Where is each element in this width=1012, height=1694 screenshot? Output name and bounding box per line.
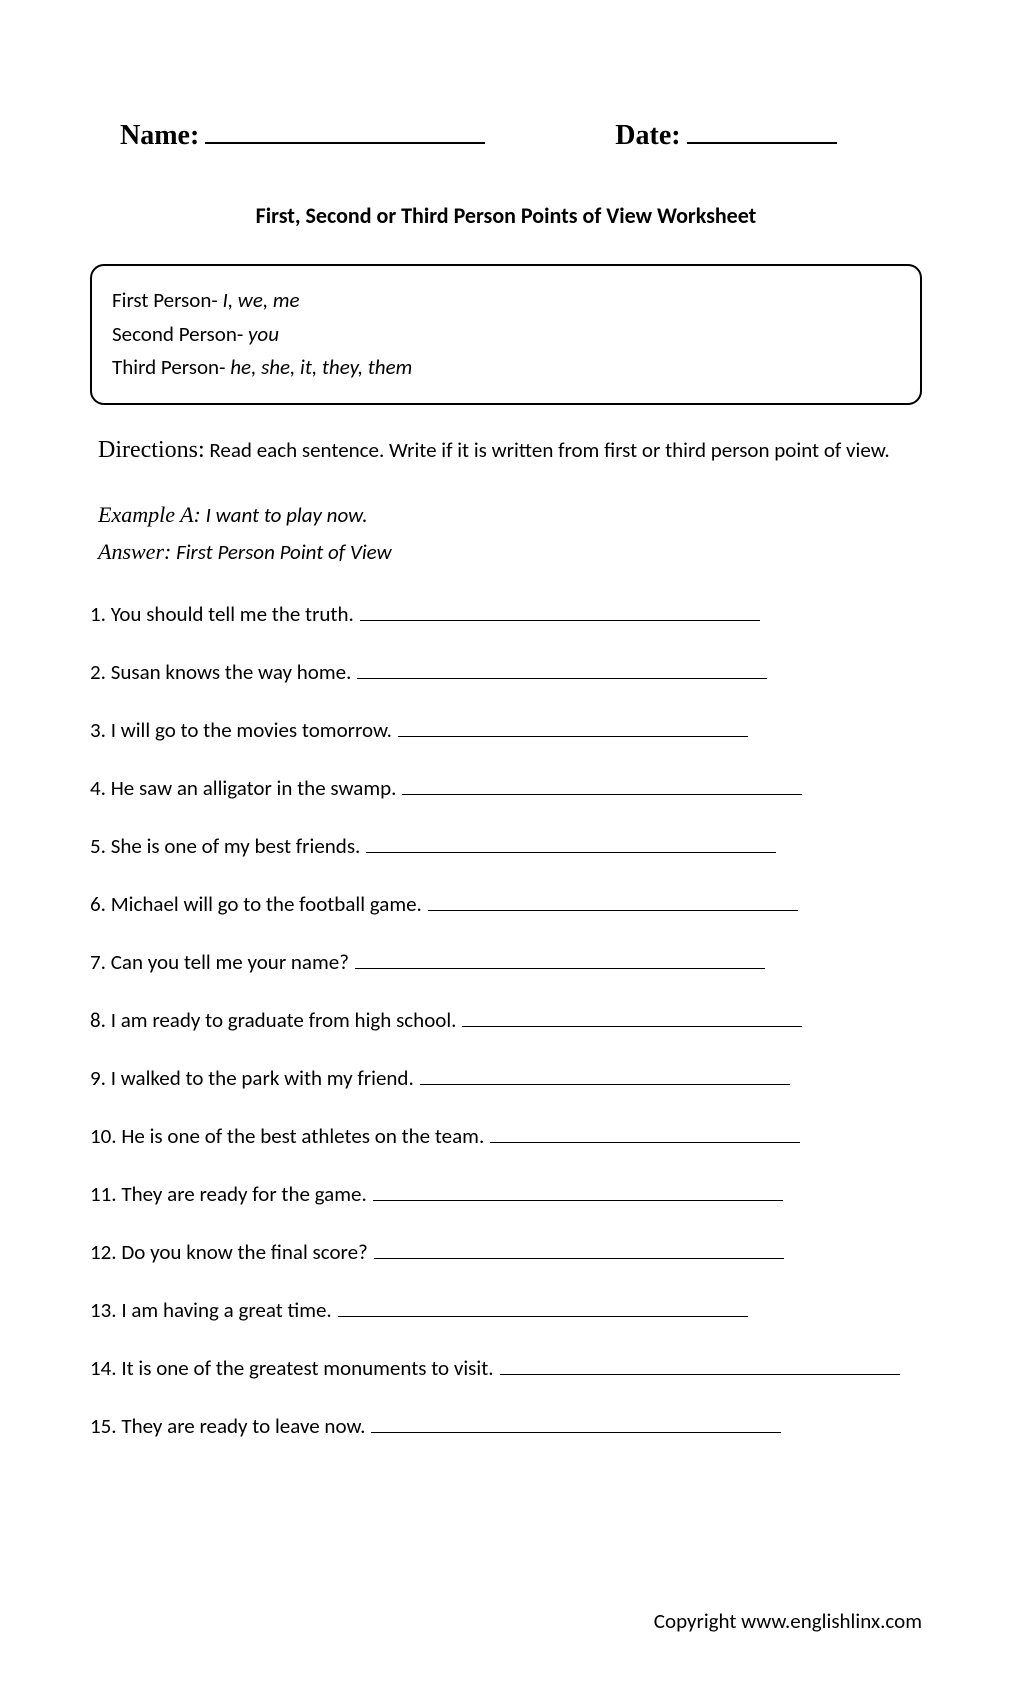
header-row: Name: Date: [90,120,922,152]
directions-label: Directions: [98,437,205,463]
question-text: 7. Can you tell me your name? [90,949,349,975]
date-field: Date: [615,120,836,152]
question-row: 4. He saw an alligator in the swamp. [90,775,922,801]
third-person-pronouns: he, she, it, they, them [230,354,412,380]
date-label: Date: [615,120,680,152]
answer-input-line[interactable] [371,1432,781,1433]
example-block: Example A: I want to play now. Answer: F… [90,496,922,571]
answer-input-line[interactable] [462,1026,802,1027]
question-text: 12. Do you know the final score? [90,1239,368,1265]
answer-input-line[interactable] [374,1258,784,1259]
question-text: 11. They are ready for the game. [90,1181,367,1207]
example-a-text: I want to play now. [206,502,368,528]
third-person-row: Third Person- he, she, it, they, them [112,351,900,385]
answer-input-line[interactable] [428,910,798,911]
directions-text: Read each sentence. Write if it is writt… [209,437,889,463]
worksheet-title: First, Second or Third Person Points of … [90,202,922,229]
answer-input-line[interactable] [338,1316,748,1317]
example-a-row: Example A: I want to play now. [98,496,922,534]
question-row: 1. You should tell me the truth. [90,601,922,627]
answer-input-line[interactable] [355,968,765,969]
answer-input-line[interactable] [420,1084,790,1085]
name-field: Name: [120,120,485,152]
answer-input-line[interactable] [500,1374,900,1375]
question-row: 5. She is one of my best friends. [90,833,922,859]
answer-input-line[interactable] [373,1200,783,1201]
question-text: 14. It is one of the greatest monuments … [90,1355,494,1381]
first-person-pronouns: I, we, me [223,287,300,313]
question-text: 10. He is one of the best athletes on th… [90,1123,484,1149]
second-person-pronouns: you [248,321,279,347]
copyright: Copyright www.englishlinx.com [654,1608,922,1634]
second-person-label: Second Person- [112,321,248,347]
answer-text: First Person Point of View [176,539,392,565]
info-box: First Person- I, we, me Second Person- y… [90,264,922,405]
question-row: 13. I am having a great time. [90,1297,922,1323]
question-text: 15. They are ready to leave now. [90,1413,365,1439]
question-row: 14. It is one of the greatest monuments … [90,1355,922,1381]
question-row: 7. Can you tell me your name? [90,949,922,975]
question-row: 8. I am ready to graduate from high scho… [90,1007,922,1033]
question-text: 3. I will go to the movies tomorrow. [90,717,392,743]
question-row: 2. Susan knows the way home. [90,659,922,685]
question-row: 10. He is one of the best athletes on th… [90,1123,922,1149]
date-input-line[interactable] [687,142,837,144]
first-person-label: First Person- [112,287,223,313]
second-person-row: Second Person- you [112,318,900,352]
question-row: 11. They are ready for the game. [90,1181,922,1207]
answer-input-line[interactable] [357,678,767,679]
first-person-row: First Person- I, we, me [112,284,900,318]
question-text: 8. I am ready to graduate from high scho… [90,1007,456,1033]
question-row: 12. Do you know the final score? [90,1239,922,1265]
question-text: 6. Michael will go to the football game. [90,891,422,917]
name-label: Name: [120,120,199,152]
answer-input-line[interactable] [398,736,748,737]
questions-list: 1. You should tell me the truth. 2. Susan… [90,601,922,1439]
question-text: 13. I am having a great time. [90,1297,332,1323]
question-text: 9. I walked to the park with my friend. [90,1065,414,1091]
answer-input-line[interactable] [402,794,802,795]
third-person-label: Third Person- [112,354,230,380]
question-row: 6. Michael will go to the football game. [90,891,922,917]
answer-input-line[interactable] [490,1142,800,1143]
example-answer-row: Answer: First Person Point of View [98,533,922,571]
question-row: 15. They are ready to leave now. [90,1413,922,1439]
example-a-label: Example A: [98,502,201,527]
question-text: 5. She is one of my best friends. [90,833,360,859]
answer-label: Answer: [98,539,171,564]
directions: Directions: Read each sentence. Write if… [90,430,922,471]
question-text: 2. Susan knows the way home. [90,659,351,685]
name-input-line[interactable] [205,142,485,144]
answer-input-line[interactable] [360,620,760,621]
question-text: 4. He saw an alligator in the swamp. [90,775,396,801]
question-text: 1. You should tell me the truth. [90,601,354,627]
question-row: 9. I walked to the park with my friend. [90,1065,922,1091]
answer-input-line[interactable] [366,852,776,853]
question-row: 3. I will go to the movies tomorrow. [90,717,922,743]
